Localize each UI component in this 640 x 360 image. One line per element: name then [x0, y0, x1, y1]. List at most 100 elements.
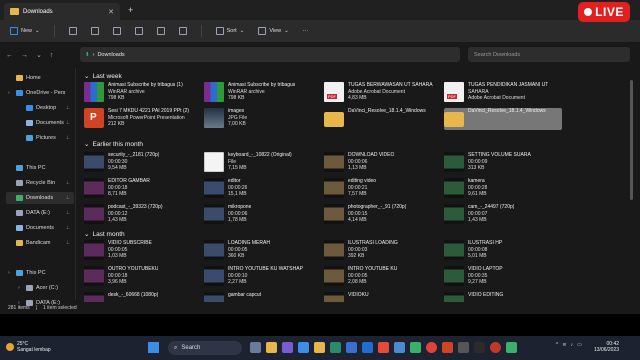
- file-item[interactable]: keyboard_-_10822 (Original) File 7,15 MB: [204, 152, 322, 174]
- file-item[interactable]: VIDIOKU: [324, 292, 442, 302]
- copy-button[interactable]: [90, 27, 99, 35]
- tab-downloads[interactable]: Downloads ✕: [4, 3, 120, 20]
- sidebar-item[interactable]: › Acer (C:): [6, 282, 74, 294]
- dropbox-icon[interactable]: [362, 342, 373, 353]
- sidebar-item[interactable]: Desktop ⊥: [6, 102, 74, 114]
- file-item[interactable]: mikropone 00:00:06 1,78 MB: [204, 204, 322, 226]
- excel-icon[interactable]: [410, 342, 421, 353]
- share-button[interactable]: [156, 27, 165, 35]
- file-item[interactable]: gambar capcut: [204, 292, 322, 302]
- view-button[interactable]: View ⌄: [258, 27, 289, 35]
- file-item[interactable]: VIDIO SUBSCRIBE 00:00:05 1,03 MB: [84, 240, 202, 262]
- file-item[interactable]: DaVinci_Resolve_18.1.4_Windows: [444, 108, 562, 130]
- file-item[interactable]: DOWNLOAD VIDEO 00:00:06 1,13 MB: [324, 152, 442, 174]
- capcut-icon[interactable]: [474, 342, 485, 353]
- speaker-icon[interactable]: ♪: [571, 342, 574, 348]
- file-item[interactable]: SETTING VOLUME SUARA 00:00:09 313 KB: [444, 152, 562, 174]
- chevron-down-icon[interactable]: ⌄: [36, 51, 42, 59]
- store-icon[interactable]: [346, 342, 357, 353]
- rename-button[interactable]: [134, 27, 143, 35]
- wifi-icon[interactable]: ≋: [562, 342, 566, 348]
- file-item[interactable]: podcast_-_39323 (720p) 00:00:12 1,43 MB: [84, 204, 202, 226]
- file-item[interactable]: photographer_-_91 (720p) 00:00:15 4,14 MB: [324, 204, 442, 226]
- group-header-last-month[interactable]: ⌄ Last month: [84, 230, 125, 239]
- folder-icon[interactable]: [314, 342, 325, 353]
- sidebar-item[interactable]: This PC: [6, 162, 74, 174]
- task-view-icon[interactable]: [250, 342, 261, 353]
- weather-widget[interactable]: 25°C Sangat lembap: [6, 341, 51, 353]
- file-item[interactable]: DaVinci_Resolve_18.1.4_Windows: [324, 108, 442, 130]
- file-item[interactable]: VIDIO EDITING: [444, 292, 562, 302]
- file-item[interactable]: ILUSTRASI LOADING 00:00:03 392 KB: [324, 240, 442, 262]
- group-header-last-week[interactable]: ⌄ Last week: [84, 72, 122, 81]
- chevron-right-icon[interactable]: ›: [8, 270, 13, 276]
- file-item[interactable]: ILUSTRASI HP 00:00:08 5,01 MB: [444, 240, 562, 262]
- file-item[interactable]: TUGAS PENDIDIKAN JASMANI UTSAHARAAdobe A…: [444, 82, 562, 104]
- file-item[interactable]: Sesi 7 MKDU 4221 PAI 2019 PPt (2)Microso…: [84, 108, 202, 130]
- app-icon[interactable]: [458, 342, 469, 353]
- paste-button[interactable]: [112, 27, 121, 35]
- cut-button[interactable]: [68, 27, 77, 35]
- new-tab-button[interactable]: +: [128, 5, 133, 15]
- chrome-icon[interactable]: [426, 342, 437, 353]
- edge-icon[interactable]: [330, 342, 341, 353]
- group-header-earlier-month[interactable]: ⌄ Earlier this month: [84, 140, 143, 149]
- chevron-right-icon[interactable]: ›: [18, 285, 23, 291]
- sidebar-item[interactable]: Recycle Bin ⊥: [6, 177, 74, 189]
- file-item[interactable]: Animasi Subscribe by tribagus (1) WinRAR …: [84, 82, 202, 104]
- file-item[interactable]: Animasi Subscribe by tribagus WinRAR arch…: [204, 82, 322, 104]
- file-item[interactable]: EDITOR GAMBAR 00:00:18 8,71 MB: [84, 178, 202, 200]
- battery-icon[interactable]: ▭: [577, 342, 582, 348]
- file-item[interactable]: editing video 00:00:21 7,57 MB: [324, 178, 442, 200]
- taskbar-search[interactable]: ⌕ Search: [168, 341, 242, 355]
- file-item[interactable]: cam_-_24497 (720p) 00:00:07 1,43 MB: [444, 204, 562, 226]
- sidebar-item[interactable]: › OneDrive - Pers: [6, 87, 74, 99]
- app-icon[interactable]: [506, 342, 517, 353]
- close-tab-icon[interactable]: ✕: [108, 8, 114, 16]
- start-button[interactable]: [148, 342, 159, 353]
- file-item[interactable]: desk_-_60668 (1080p): [84, 292, 202, 302]
- sidebar-item[interactable]: DATA (E:) ⊥: [6, 207, 74, 219]
- file-item[interactable]: LOADING MERAH 00:00:05 360 KB: [204, 240, 322, 262]
- file-item[interactable]: kamera 00:00:28 9,61 MB: [444, 178, 562, 200]
- powerpoint-icon[interactable]: [442, 342, 453, 353]
- delete-button[interactable]: [178, 27, 187, 35]
- scrollbar-thumb[interactable]: [630, 80, 633, 200]
- file-item[interactable]: security_-_2181 (720p) 00:00:30 9,54 MB: [84, 152, 202, 174]
- up-arrow-icon[interactable]: ↑: [50, 52, 54, 59]
- more-button[interactable]: ···: [303, 28, 309, 34]
- sidebar-item[interactable]: Home: [6, 72, 74, 84]
- file-item[interactable]: VIDIO LAPTOP 00:00:35 9,27 MB: [444, 266, 562, 288]
- file-type: 00:00:05: [228, 246, 248, 253]
- new-button[interactable]: New ⌄: [10, 27, 40, 35]
- app-icon[interactable]: [298, 342, 309, 353]
- search-input[interactable]: Search Downloads: [468, 47, 630, 62]
- weather-text: Sangat lembap: [17, 347, 51, 353]
- file-item[interactable]: OUTRO YOUTUBEKU 00:00:18 3,96 MB: [84, 266, 202, 288]
- file-item[interactable]: INTRO YOUTUBE KU WATSHAP 00:00:10 2,27 MB: [204, 266, 322, 288]
- sidebar-item[interactable]: Pictures ⊥: [6, 132, 74, 144]
- sort-button[interactable]: Sort ⌄: [215, 27, 244, 35]
- clock[interactable]: 00:42 13/06/2023: [594, 341, 619, 353]
- chevron-up-icon[interactable]: ^: [556, 342, 558, 348]
- chevron-right-icon[interactable]: ›: [8, 90, 13, 96]
- file-explorer-icon[interactable]: [266, 342, 277, 353]
- file-item[interactable]: TUGAS BERWAWASAN UT SAHARAAdobe Acrobat …: [324, 82, 442, 104]
- sidebar-item[interactable]: Documents ⊥: [6, 222, 74, 234]
- sidebar-item[interactable]: Bandicam ⊥: [6, 237, 74, 249]
- file-item[interactable]: INTRO YOUTUBE KU 00:00:05 2,08 MB: [324, 266, 442, 288]
- chevron-down-icon: ⌄: [84, 73, 90, 80]
- sidebar-item[interactable]: › This PC: [6, 267, 74, 279]
- word-icon[interactable]: [394, 342, 405, 353]
- scrollbar[interactable]: [630, 70, 634, 300]
- sidebar-item[interactable]: Documents ⊥: [6, 117, 74, 129]
- file-item[interactable]: editor 00:00:26 15,1 MB: [204, 178, 322, 200]
- sidebar-item[interactable]: Downloads ⊥: [6, 192, 74, 204]
- office-icon[interactable]: [378, 342, 389, 353]
- back-arrow-icon[interactable]: ←: [6, 52, 13, 59]
- record-icon[interactable]: [490, 342, 501, 353]
- teams-icon[interactable]: [282, 342, 293, 353]
- file-item[interactable]: images JPG File 7,00 KB: [204, 108, 322, 130]
- forward-arrow-icon[interactable]: →: [21, 52, 28, 59]
- address-field[interactable]: ⬇ › Downloads: [80, 47, 460, 62]
